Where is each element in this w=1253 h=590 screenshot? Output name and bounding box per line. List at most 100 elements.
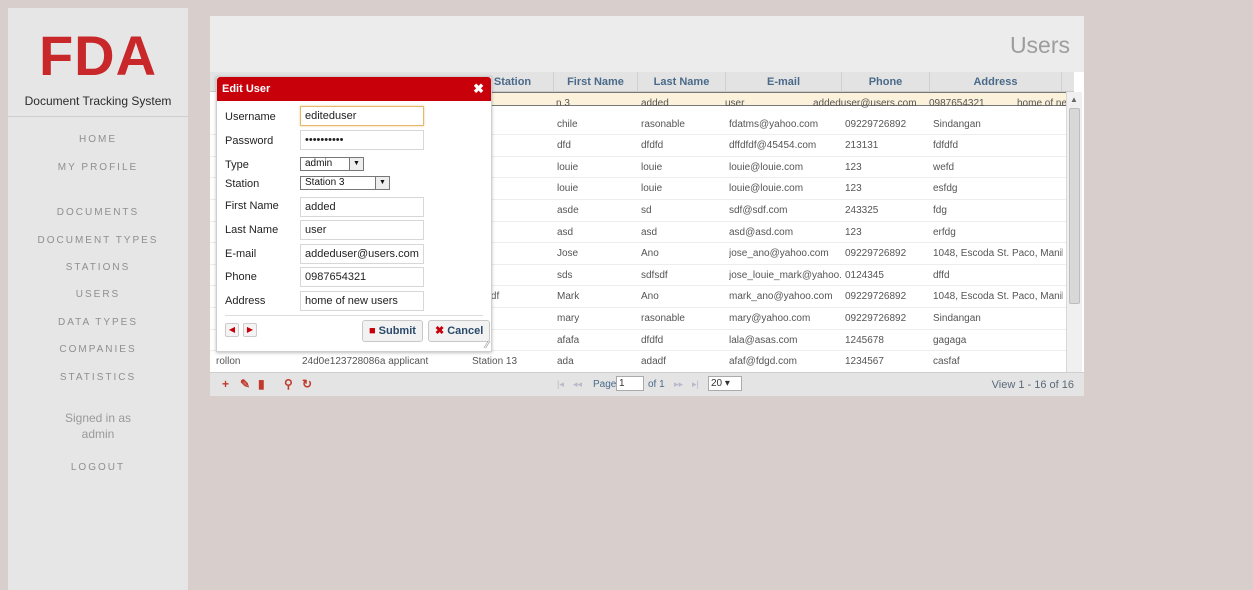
nav-companies[interactable]: COMPANIES	[8, 344, 188, 355]
table-cell-last: sdfsdf	[641, 269, 668, 281]
nav-logout[interactable]: LOGOUT	[8, 462, 188, 473]
table-cell-first: mary	[557, 313, 580, 324]
table-cell-first: chile	[557, 118, 578, 130]
table-cell-first: dfd	[557, 140, 571, 152]
type-select[interactable]: admin ▼	[300, 157, 364, 171]
table-cell-email: louie@louie.com	[729, 183, 804, 195]
table-cell-last: Ano	[641, 291, 659, 303]
table-cell-phone: 09229726892	[845, 248, 907, 260]
prev-record-icon[interactable]: ◀	[225, 323, 239, 337]
table-cell-address: fdg	[933, 205, 947, 216]
nav-documents[interactable]: DOCUMENTS	[8, 207, 188, 218]
submit-label: Submit	[378, 325, 416, 337]
table-cell-address: Sindangan	[933, 313, 981, 324]
col-email[interactable]: E-mail	[726, 72, 842, 92]
table-cell-email: jose_louie_mark@yahoo.com	[729, 269, 841, 281]
nav-document-types[interactable]: DOCUMENT TYPES	[8, 235, 188, 246]
table-cell-email: mark_ano@yahoo.com	[729, 291, 833, 303]
grid-scrollbar[interactable]: ▲ ▼	[1066, 92, 1082, 382]
rows-per-page-value: 20	[711, 378, 723, 389]
table-cell-first: sds	[557, 269, 573, 281]
col-first-name[interactable]: First Name	[554, 72, 638, 92]
table-cell-first: louie	[557, 183, 579, 195]
table-cell-first: added	[641, 98, 669, 109]
first-name-input[interactable]: added	[300, 197, 424, 217]
page-of-label: of 1	[648, 379, 665, 390]
email-label: E-mail	[225, 248, 257, 260]
table-cell-last: asd	[641, 226, 658, 238]
page-title: Users	[1009, 32, 1070, 58]
table-cell-phone: 09229726892	[845, 313, 907, 324]
last-page-icon[interactable]: ▸|	[692, 379, 699, 390]
sidebar-divider	[8, 116, 188, 117]
station-select[interactable]: Station 3 ▼	[300, 176, 390, 190]
table-cell-last: rasonable	[641, 313, 685, 324]
nav-home[interactable]: HOME	[8, 134, 188, 145]
table-cell-first: afafa	[557, 334, 580, 346]
first-page-icon[interactable]: |◂	[557, 379, 564, 390]
edit-icon[interactable]: ✎	[240, 377, 250, 391]
table-row[interactable]: rollon 24d0e123728086a applicant Station 1…	[210, 351, 1066, 373]
resize-handle-icon[interactable]: ⁄⁄	[486, 340, 489, 351]
table-cell-last: user	[725, 98, 745, 109]
grid-pager: + ✎ ▮ ⚲ ↻ |◂ ◂◂ Page 1 of 1 ▸▸ ▸| 20 ▾ V…	[210, 372, 1084, 396]
chevron-down-icon[interactable]: ▼	[375, 177, 389, 189]
table-cell-address: Sindangan	[933, 118, 981, 130]
table-cell-last: louie	[641, 161, 663, 173]
table-cell-c0: rollon	[216, 356, 241, 368]
dialog-title: Edit User	[222, 83, 271, 95]
table-cell-email: jose_ano@yahoo.com	[729, 248, 829, 260]
table-cell-phone: 123	[845, 226, 862, 238]
table-cell-phone: 0124345	[845, 269, 884, 281]
scroll-up-icon[interactable]: ▲	[1070, 95, 1078, 104]
submit-button[interactable]: ■ Submit	[362, 320, 423, 342]
add-icon[interactable]: +	[222, 377, 229, 391]
table-cell-first: Jose	[557, 248, 579, 260]
password-label: Password	[225, 135, 274, 147]
table-cell-email: sdf@sdf.com	[729, 205, 788, 216]
table-cell-first: asd	[557, 226, 574, 238]
table-cell-email: asd@asd.com	[729, 226, 794, 238]
username-input[interactable]: editeduser	[300, 106, 424, 126]
close-icon[interactable]: ✖	[473, 81, 484, 97]
last-name-label: Last Name	[225, 224, 279, 236]
address-input[interactable]: home of new users	[300, 291, 424, 311]
cancel-button[interactable]: ✖ Cancel	[428, 320, 491, 342]
col-last-name[interactable]: Last Name	[638, 72, 726, 92]
nav-stations[interactable]: STATIONS	[8, 262, 188, 273]
last-name-input[interactable]: user	[300, 220, 424, 240]
nav-data-types[interactable]: DATA TYPES	[8, 317, 188, 328]
table-cell-email: mary@yahoo.com	[729, 313, 811, 324]
next-page-icon[interactable]: ▸▸	[674, 379, 683, 390]
prev-page-icon[interactable]: ◂◂	[573, 379, 582, 390]
nav-statistics[interactable]: STATISTICS	[8, 372, 188, 383]
table-cell-last: dfdfd	[641, 334, 664, 346]
phone-input[interactable]: 0987654321	[300, 267, 424, 287]
rows-per-page-select[interactable]: 20 ▾	[708, 376, 742, 391]
table-cell-email: louie@louie.com	[729, 161, 804, 173]
chevron-down-icon[interactable]: ▼	[349, 158, 363, 170]
password-input[interactable]: ••••••••••	[300, 130, 424, 150]
dialog-header[interactable]: Edit User ✖	[217, 77, 491, 101]
table-cell-station: n 3	[556, 98, 570, 109]
refresh-icon[interactable]: ↻	[302, 377, 312, 391]
email-input[interactable]: addeduser@users.com	[300, 244, 424, 264]
col-address[interactable]: Address	[930, 72, 1062, 92]
nav-users[interactable]: USERS	[8, 289, 188, 300]
table-cell-last: louie	[641, 183, 663, 195]
table-cell-phone: 0987654321	[929, 98, 985, 109]
table-cell-address: wefd	[933, 161, 955, 173]
delete-icon[interactable]: ▮	[258, 377, 265, 391]
signed-in-user: admin	[81, 427, 115, 441]
table-cell-address: home of new users	[1017, 98, 1066, 109]
nav-my-profile[interactable]: MY PROFILE	[8, 162, 188, 173]
scroll-thumb[interactable]	[1069, 108, 1080, 304]
station-label: Station	[225, 178, 260, 190]
type-label: Type	[225, 159, 249, 171]
page-input[interactable]: 1	[616, 376, 644, 391]
next-record-icon[interactable]: ▶	[243, 323, 257, 337]
search-icon[interactable]: ⚲	[284, 377, 293, 391]
col-phone[interactable]: Phone	[842, 72, 930, 92]
table-cell-phone: 1245678	[845, 334, 884, 346]
first-name-label: First Name	[225, 200, 279, 212]
